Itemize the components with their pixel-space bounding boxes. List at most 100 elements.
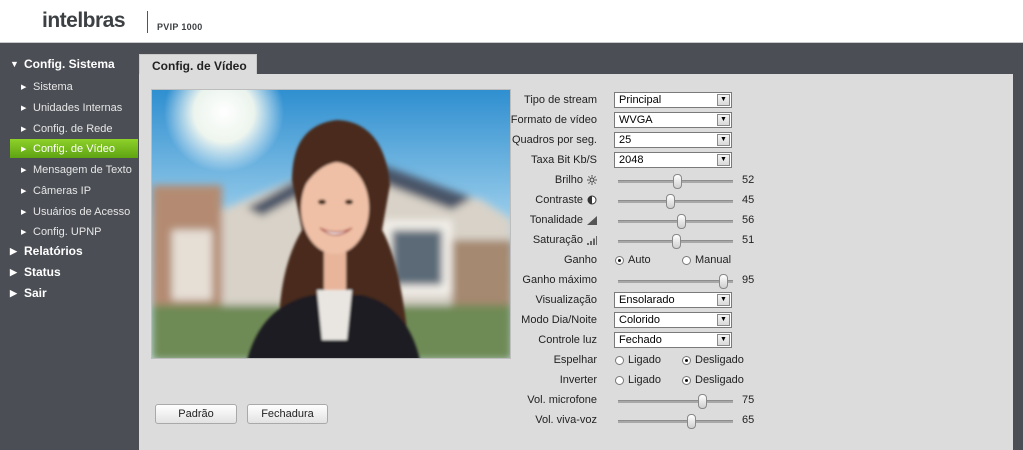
fps-select[interactable]: 25 ▼	[614, 132, 732, 148]
caret-right-icon: ▶	[21, 166, 27, 174]
speaker-volume-value: 65	[742, 414, 755, 426]
gain-auto-radio[interactable]: Auto	[615, 254, 651, 266]
hue-slider-thumb[interactable]	[677, 214, 687, 229]
mic-volume-slider-thumb[interactable]	[697, 394, 707, 409]
invert-label: Inverter	[559, 374, 597, 386]
sidebar-section-relatorios[interactable]: ▶ Relatórios	[10, 244, 83, 258]
light-control-select[interactable]: Fechado ▼	[614, 332, 732, 348]
sun-icon	[587, 175, 597, 185]
max-gain-slider-track[interactable]	[618, 280, 733, 283]
gain-manual-radio[interactable]: Manual	[682, 254, 731, 266]
brightness-label: Brilho	[555, 174, 597, 186]
device-model: PVIP 1000	[157, 22, 203, 32]
day-night-select[interactable]: Colorido ▼	[614, 312, 732, 328]
mirror-off-radio[interactable]: Desligado	[682, 354, 744, 366]
radio-unselected-icon	[682, 255, 691, 265]
radio-selected-icon	[682, 375, 691, 385]
max-gain-label: Ganho máximo	[522, 274, 597, 286]
default-button[interactable]: Padrão	[155, 404, 237, 424]
contrast-slider-thumb[interactable]	[665, 194, 675, 209]
gain-label: Ganho	[563, 254, 597, 266]
caret-right-icon: ▶	[21, 104, 27, 112]
fps-label: Quadros por seg.	[512, 134, 597, 146]
sidebar-item-config-rede[interactable]: ▶ Config. de Rede	[10, 119, 138, 138]
day-night-label: Modo Dia/Noite	[521, 314, 597, 326]
sidebar-item-cameras-ip[interactable]: ▶ Câmeras IP	[10, 181, 138, 200]
saturation-row: Saturação 51	[499, 231, 1013, 251]
hue-slider-track[interactable]	[618, 220, 733, 223]
invert-row: Inverter Ligado Desligado	[499, 371, 1013, 391]
video-format-label: Formato de vídeo	[510, 114, 597, 126]
sidebar-item-config-upnp[interactable]: ▶ Config. UPNP	[10, 222, 138, 241]
caret-right-icon: ▶	[10, 245, 17, 256]
speaker-volume-slider-track[interactable]	[618, 420, 733, 423]
caret-right-icon: ▶	[21, 145, 27, 153]
mirror-on-radio[interactable]: Ligado	[615, 354, 661, 366]
speaker-volume-slider-thumb[interactable]	[686, 414, 696, 429]
dropdown-arrow-icon: ▼	[717, 314, 730, 326]
sidebar-section-status[interactable]: ▶ Status	[10, 265, 61, 279]
radio-unselected-icon	[615, 375, 624, 385]
stream-type-row: Tipo de stream Principal ▼	[499, 91, 1013, 111]
dropdown-arrow-icon: ▼	[717, 294, 730, 306]
hue-row: Tonalidade 56	[499, 211, 1013, 231]
day-night-row: Modo Dia/Noite Colorido ▼	[499, 311, 1013, 331]
fps-row: Quadros por seg. 25 ▼	[499, 131, 1013, 151]
light-control-label: Controle luz	[538, 334, 597, 346]
bars-triangle-icon	[587, 236, 597, 245]
max-gain-row: Ganho máximo 95	[499, 271, 1013, 291]
contrast-label: Contraste	[535, 194, 597, 206]
invert-on-radio[interactable]: Ligado	[615, 374, 661, 386]
dropdown-arrow-icon: ▼	[717, 94, 730, 106]
sidebar-item-mensagem-texto[interactable]: ▶ Mensagem de Texto	[10, 160, 138, 179]
sidebar-section-config-sistema[interactable]: ▼ Config. Sistema	[10, 57, 115, 71]
sidebar-item-config-video[interactable]: ▶ Config. de Vídeo	[10, 139, 138, 158]
sidebar-item-unidades-internas[interactable]: ▶ Unidades Internas	[10, 98, 138, 117]
logo-divider	[147, 11, 148, 33]
brand-logo: intelbras	[42, 9, 126, 32]
dropdown-arrow-icon: ▼	[717, 334, 730, 346]
contrast-slider-track[interactable]	[618, 200, 733, 203]
view-mode-label: Visualização	[535, 294, 597, 306]
stream-type-select[interactable]: Principal ▼	[614, 92, 732, 108]
view-mode-row: Visualização Ensolarado ▼	[499, 291, 1013, 311]
bitrate-label: Taxa Bit Kb/S	[530, 154, 597, 166]
tab-config-video[interactable]: Config. de Vídeo	[139, 54, 257, 74]
brightness-slider-thumb[interactable]	[673, 174, 683, 189]
max-gain-slider-thumb[interactable]	[718, 274, 728, 289]
mic-volume-slider-track[interactable]	[618, 400, 733, 403]
invert-off-radio[interactable]: Desligado	[682, 374, 744, 386]
gain-row: Ganho Auto Manual	[499, 251, 1013, 271]
caret-right-icon: ▶	[21, 228, 27, 236]
mic-volume-label: Vol. microfone	[527, 394, 597, 406]
lock-button[interactable]: Fechadura	[247, 404, 328, 424]
mirror-label: Espelhar	[553, 354, 597, 366]
camera-preview-image	[152, 90, 510, 358]
hue-value: 56	[742, 214, 755, 226]
saturation-slider-thumb[interactable]	[672, 234, 682, 249]
dropdown-arrow-icon: ▼	[717, 154, 730, 166]
brightness-value: 52	[742, 174, 755, 186]
video-format-select[interactable]: WVGA ▼	[614, 112, 732, 128]
caret-down-icon: ▼	[10, 59, 19, 69]
sidebar-item-sistema[interactable]: ▶ Sistema	[10, 77, 138, 96]
brightness-row: Brilho 52	[499, 171, 1013, 191]
caret-right-icon: ▶	[21, 125, 27, 133]
gradient-triangle-icon	[587, 216, 597, 225]
caret-right-icon: ▶	[21, 208, 27, 216]
sidebar-section-sair[interactable]: ▶ Sair	[10, 286, 47, 300]
view-mode-select[interactable]: Ensolarado ▼	[614, 292, 732, 308]
mic-volume-value: 75	[742, 394, 755, 406]
hue-label: Tonalidade	[530, 214, 597, 226]
header: intelbras PVIP 1000	[0, 0, 1023, 43]
sidebar-item-usuarios-acesso[interactable]: ▶ Usuários de Acesso	[10, 202, 138, 221]
mirror-row: Espelhar Ligado Desligado	[499, 351, 1013, 371]
bitrate-select[interactable]: 2048 ▼	[614, 152, 732, 168]
bitrate-row: Taxa Bit Kb/S 2048 ▼	[499, 151, 1013, 171]
radio-selected-icon	[615, 255, 624, 265]
light-control-row: Controle luz Fechado ▼	[499, 331, 1013, 351]
radio-selected-icon	[682, 355, 691, 365]
radio-unselected-icon	[615, 355, 624, 365]
contrast-row: Contraste 45	[499, 191, 1013, 211]
max-gain-value: 95	[742, 274, 755, 286]
